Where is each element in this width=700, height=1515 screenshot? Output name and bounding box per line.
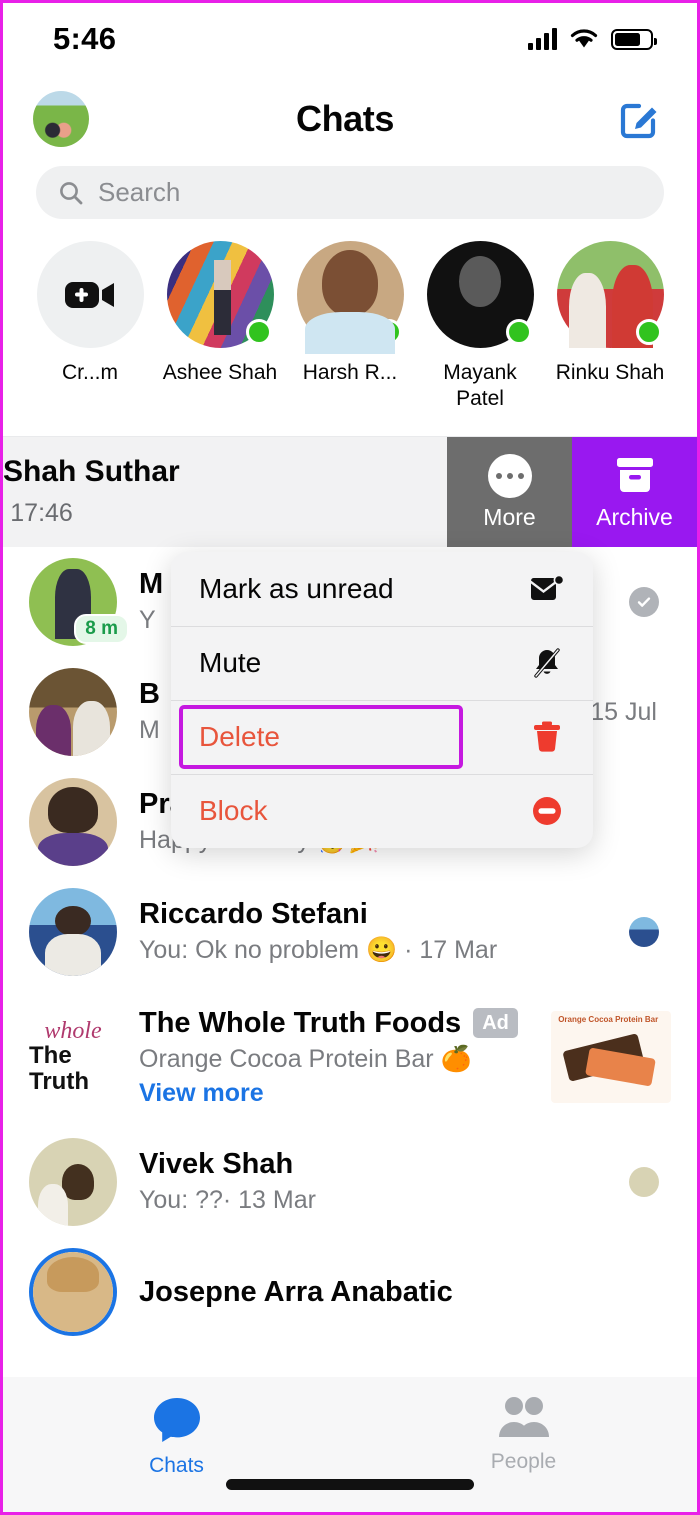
- trash-icon: [529, 719, 565, 755]
- avatar: 8 m: [29, 558, 129, 646]
- tab-people[interactable]: People: [350, 1395, 697, 1474]
- avatar: [29, 1248, 117, 1336]
- swiped-chat-row[interactable]: Shah Suthar · 17:46 More Archive: [3, 437, 697, 547]
- seen-mini-avatar: [629, 917, 659, 947]
- search-placeholder: Search: [98, 177, 181, 207]
- status-time: 5:46: [53, 21, 117, 56]
- status-icons: [528, 28, 657, 50]
- battery-icon: [611, 28, 657, 50]
- menu-item-mute[interactable]: Mute: [171, 626, 593, 700]
- ad-subtitle: Orange Cocoa Protein Bar 🍊: [139, 1044, 472, 1073]
- story-item-3[interactable]: Rinku Shah: [545, 241, 675, 436]
- bell-slash-icon: [529, 645, 565, 681]
- app-header: Chats: [3, 75, 697, 163]
- phone-screen: 5:46 Chats Search Cr...m Ashee Shah Hars…: [0, 0, 700, 1515]
- menu-item-label: Block: [199, 795, 268, 826]
- chat-name: Josepne Arra Anabatic: [139, 1275, 453, 1308]
- list-item[interactable]: Vivek Shah You: ??· 13 Mar: [3, 1127, 697, 1237]
- ad-logo-line2: The Truth: [29, 1041, 89, 1095]
- story-item-2[interactable]: Mayank Patel: [415, 241, 545, 436]
- status-badge: 8 m: [74, 614, 129, 644]
- online-status-dot: [245, 319, 272, 345]
- search-icon: [60, 181, 83, 204]
- ad-badge: Ad: [473, 1007, 518, 1038]
- avatar: [29, 778, 117, 866]
- wifi-icon: [570, 28, 598, 47]
- list-item[interactable]: Josepne Arra Anabatic: [3, 1237, 697, 1347]
- story-label: Harsh R...: [302, 361, 398, 384]
- search-input[interactable]: Search: [36, 166, 664, 219]
- chat-name: Vivek Shah: [139, 1148, 294, 1181]
- ad-advertiser-name: The Whole Truth Foods: [139, 1006, 462, 1039]
- seen-mini-avatar: [629, 1167, 659, 1197]
- story-label: Ashee Shah: [162, 361, 278, 384]
- ad-logo-line1: whole: [44, 1017, 102, 1044]
- online-status-dot: [635, 319, 662, 345]
- avatar: [29, 888, 117, 976]
- swipe-action-archive[interactable]: Archive: [572, 437, 697, 547]
- menu-item-delete[interactable]: Delete: [171, 700, 593, 774]
- swipe-action-label: Archive: [596, 503, 673, 530]
- ad-thumbnail: Orange Cocoa Protein Bar: [551, 1011, 671, 1103]
- tab-label: People: [490, 1450, 557, 1473]
- chat-name: Shah Suthar: [3, 455, 180, 488]
- story-item-0[interactable]: Ashee Shah: [155, 241, 285, 436]
- chat-snippet: You: ??· 13 Mar: [139, 1186, 316, 1215]
- story-label: Rinku Shah: [555, 361, 665, 384]
- menu-item-mark-as-unread[interactable]: Mark as unread: [171, 552, 593, 626]
- story-label: Mayank Patel: [443, 361, 517, 411]
- home-indicator: [226, 1479, 474, 1490]
- menu-item-label: Delete: [199, 721, 280, 752]
- menu-item-block[interactable]: Block: [171, 774, 593, 848]
- chat-snippet: · 17:46: [3, 499, 73, 527]
- create-room-video-icon: [36, 241, 144, 348]
- avatar: [29, 668, 117, 756]
- chat-snippet: You: Ok no problem 😀 · 17 Mar: [139, 936, 498, 965]
- mail-unread-icon: [529, 571, 565, 607]
- seen-check-icon: [629, 587, 659, 617]
- swipe-action-label: More: [483, 503, 536, 530]
- page-title: Chats: [295, 98, 395, 139]
- story-create-room[interactable]: Cr...m: [25, 241, 155, 436]
- avatar: [29, 1138, 117, 1226]
- chat-name: Riccardo Stefani: [139, 898, 368, 931]
- stories-row: Cr...m Ashee Shah Harsh R... Mayank Pate…: [3, 241, 697, 436]
- block-circle-icon: [529, 793, 565, 829]
- context-menu: Mark as unread Mute Delete Block: [171, 552, 593, 848]
- chat-bubble-icon: [153, 1398, 200, 1442]
- people-icon: [498, 1397, 549, 1437]
- status-bar: 5:46: [3, 3, 697, 75]
- cellular-signal-icon: [528, 28, 557, 50]
- sponsored-ad-row[interactable]: whole The Truth The Whole Truth Foods Ad…: [3, 987, 697, 1127]
- ad-view-more-link[interactable]: View more: [139, 1079, 529, 1108]
- avatar: [296, 241, 404, 348]
- story-label: Cr...m: [62, 361, 118, 384]
- tab-chats[interactable]: Chats: [3, 1395, 350, 1478]
- story-item-1[interactable]: Harsh R...: [285, 241, 415, 436]
- tab-label: Chats: [149, 1454, 204, 1477]
- menu-item-label: Mark as unread: [199, 573, 394, 604]
- more-ellipsis-icon: [487, 453, 532, 498]
- compose-new-message-icon[interactable]: [611, 91, 667, 147]
- advertiser-logo: whole The Truth: [29, 1013, 117, 1101]
- menu-item-label: Mute: [199, 647, 262, 678]
- swipe-action-more[interactable]: More: [447, 437, 572, 547]
- bottom-tab-bar: Chats People: [3, 1377, 697, 1512]
- list-item[interactable]: Riccardo Stefani You: Ok no problem 😀 · …: [3, 877, 697, 987]
- online-status-dot: [505, 319, 532, 345]
- archive-box-icon: [616, 457, 653, 492]
- ad-thumb-caption: Orange Cocoa Protein Bar: [558, 1014, 659, 1024]
